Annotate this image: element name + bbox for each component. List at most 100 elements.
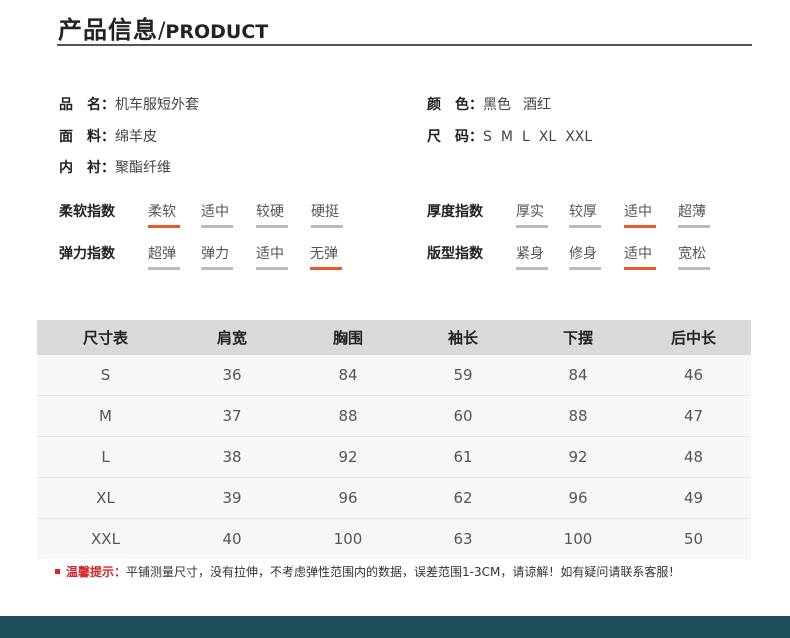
scale-bar <box>148 267 180 270</box>
section-header: 产品信息/PRODUCT <box>58 10 268 44</box>
scale-bar <box>624 267 656 270</box>
table-row: S 36 84 59 84 46 <box>37 355 751 396</box>
section-title-cn: 产品信息 <box>58 16 158 44</box>
scale-bar <box>201 225 233 228</box>
size-option: S <box>483 129 492 145</box>
table-cell: 88 <box>520 395 636 437</box>
footer-bar <box>0 616 790 638</box>
scale-bar <box>678 267 710 270</box>
bullet-icon <box>55 569 60 574</box>
scale-option: 适中 <box>624 246 652 262</box>
scale-softness-title: 柔软指数 <box>59 204 115 220</box>
scale-bar <box>310 267 342 270</box>
table-cell: 92 <box>520 436 636 478</box>
scale-option: 硬挺 <box>311 204 339 220</box>
table-cell: XXL <box>37 518 174 559</box>
info-size: 尺 码：S M L XL XXL <box>427 127 604 147</box>
info-lining: 内 衬：聚酯纤维 <box>59 158 171 178</box>
table-cell: S <box>37 355 174 396</box>
info-material-value: 绵羊皮 <box>115 129 157 145</box>
scale-elasticity-title: 弹力指数 <box>59 246 115 262</box>
size-option: M <box>500 129 513 145</box>
table-cell: 40 <box>174 518 290 559</box>
info-name-label: 品 名： <box>59 97 115 113</box>
scale-option: 较硬 <box>256 204 284 220</box>
table-cell: XL <box>37 477 174 519</box>
measurement-note: 温馨提示：平铺测量尺寸，没有拉伸，不考虑弹性范围内的数据，误差范围1-3CM，请… <box>55 563 680 581</box>
info-material-label: 面 料： <box>59 129 115 145</box>
table-cell: 48 <box>636 436 751 478</box>
scale-softness: 柔软指数 柔软 适中 较硬 硬挺 <box>59 202 379 232</box>
info-name: 品 名：机车服短外套 <box>59 95 199 115</box>
info-material: 面 料：绵羊皮 <box>59 127 157 147</box>
info-color-label: 颜 色： <box>427 97 483 113</box>
table-row: XXL 40 100 63 100 50 <box>37 518 751 559</box>
table-cell: 50 <box>636 518 751 559</box>
table-cell: 59 <box>406 355 520 396</box>
size-table-header: 肩宽 <box>174 320 290 355</box>
table-cell: 84 <box>290 355 406 396</box>
section-title-en: PRODUCT <box>165 21 269 43</box>
scale-bar <box>516 225 548 228</box>
scale-bar <box>516 267 548 270</box>
size-option: L <box>521 129 530 145</box>
size-option: XL <box>538 129 557 145</box>
scale-bar <box>201 267 233 270</box>
scale-option: 宽松 <box>678 246 706 262</box>
size-table-header: 袖长 <box>406 320 520 355</box>
scale-thickness-title: 厚度指数 <box>427 204 483 220</box>
table-cell: 100 <box>290 518 406 559</box>
scale-option: 紧身 <box>516 246 544 262</box>
table-cell: 37 <box>174 395 290 437</box>
table-cell: 92 <box>290 436 406 478</box>
size-table-header: 后中长 <box>636 320 751 355</box>
table-cell: 62 <box>406 477 520 519</box>
table-row: L 38 92 61 92 48 <box>37 436 751 478</box>
info-size-label: 尺 码： <box>427 129 483 145</box>
size-table-header-row: 尺寸表 肩宽 胸围 袖长 下摆 后中长 <box>37 320 751 355</box>
scale-thickness: 厚度指数 厚实 较厚 适中 超薄 <box>427 202 747 232</box>
color-option: 黑色 <box>483 97 511 113</box>
scale-option: 较厚 <box>569 204 597 220</box>
scale-option: 厚实 <box>516 204 544 220</box>
table-cell: 63 <box>406 518 520 559</box>
scale-elasticity: 弹力指数 超弹 弹力 适中 无弹 <box>59 244 379 274</box>
table-cell: 36 <box>174 355 290 396</box>
info-lining-value: 聚酯纤维 <box>115 160 171 176</box>
table-row: XL 39 96 62 96 49 <box>37 477 751 519</box>
info-name-value: 机车服短外套 <box>115 97 199 113</box>
scale-option: 柔软 <box>148 204 176 220</box>
scale-option: 修身 <box>569 246 597 262</box>
info-color: 颜 色：黑色 酒红 <box>427 95 563 115</box>
size-table: 尺寸表 肩宽 胸围 袖长 下摆 后中长 S 36 84 59 84 46 M 3… <box>37 320 751 559</box>
table-row: M 37 88 60 88 47 <box>37 395 751 437</box>
scale-bar <box>569 267 601 270</box>
table-cell: 49 <box>636 477 751 519</box>
note-text: 平铺测量尺寸，没有拉伸，不考虑弹性范围内的数据，误差范围1-3CM，请谅解！如有… <box>126 565 681 579</box>
scale-option: 超薄 <box>678 204 706 220</box>
scale-option: 适中 <box>201 204 229 220</box>
note-warning-label: 温馨提示： <box>66 565 127 579</box>
scale-fit-title: 版型指数 <box>427 246 483 262</box>
scale-option: 适中 <box>256 246 284 262</box>
table-cell: 88 <box>290 395 406 437</box>
table-cell: 39 <box>174 477 290 519</box>
table-cell: 96 <box>290 477 406 519</box>
header-divider <box>57 44 752 46</box>
scale-option: 无弹 <box>310 246 338 262</box>
scale-bar <box>624 225 656 228</box>
scale-bar <box>148 225 180 228</box>
info-lining-label: 内 衬： <box>59 160 115 176</box>
table-cell: 38 <box>174 436 290 478</box>
scale-option: 超弹 <box>148 246 176 262</box>
scale-bar <box>569 225 601 228</box>
table-cell: L <box>37 436 174 478</box>
scale-bar <box>311 225 343 228</box>
scale-bar <box>678 225 710 228</box>
scale-option: 适中 <box>624 204 652 220</box>
size-option: XXL <box>565 129 593 145</box>
table-cell: 47 <box>636 395 751 437</box>
table-cell: M <box>37 395 174 437</box>
scale-bar <box>256 225 288 228</box>
scale-fit: 版型指数 紧身 修身 适中 宽松 <box>427 244 747 274</box>
